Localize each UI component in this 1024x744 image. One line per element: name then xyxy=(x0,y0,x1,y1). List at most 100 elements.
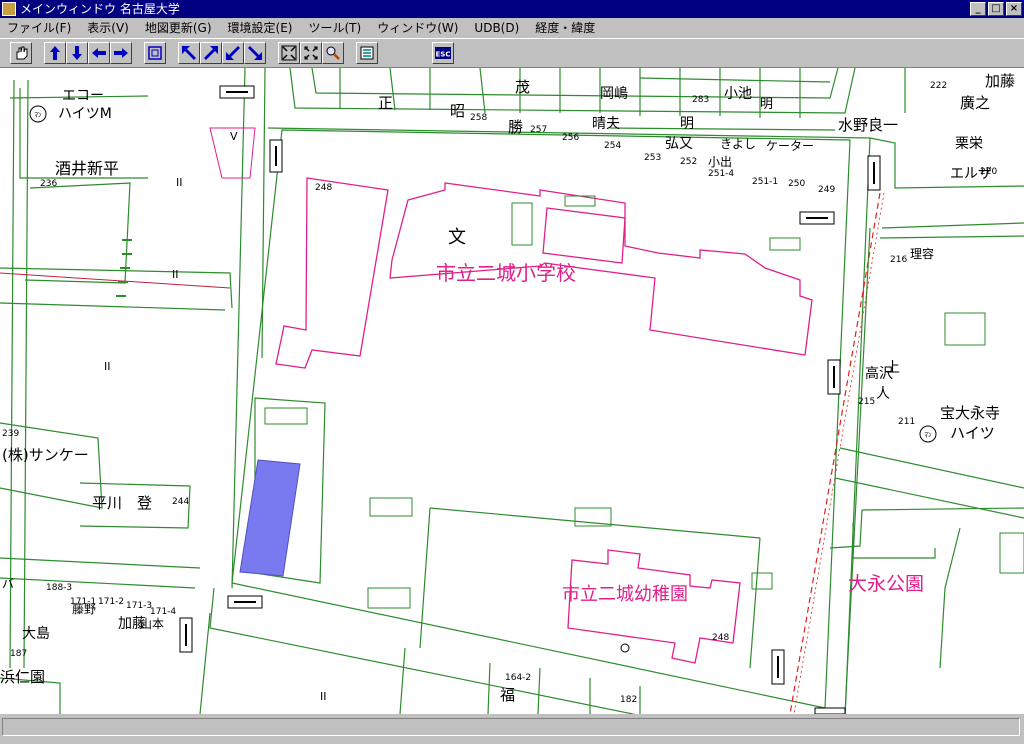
window-title: メインウィンドウ 名古屋大学 xyxy=(20,2,180,16)
hedge-marks xyxy=(116,239,132,297)
mark-ii-2: II xyxy=(172,268,179,281)
zoom-in-button[interactable] xyxy=(278,42,300,64)
menu-udb[interactable]: UDB(D) xyxy=(467,18,528,38)
label-hiromi: 弘又 xyxy=(665,136,693,152)
esc-label: ESC xyxy=(436,51,451,59)
label-masaru: 勝 xyxy=(508,118,523,136)
magnifier-icon xyxy=(326,46,340,60)
lot-171-4: 171-4 xyxy=(150,607,176,617)
scroll-left-button[interactable] xyxy=(88,42,110,64)
label-ogawa: 小出 xyxy=(708,155,732,169)
pan-button[interactable] xyxy=(10,42,32,64)
label-mei: 明 xyxy=(760,97,773,112)
minimize-button[interactable]: _ xyxy=(970,2,986,16)
window-controls: _ □ × xyxy=(970,2,1022,16)
lot-253: 253 xyxy=(644,153,661,163)
toolbar: ESC xyxy=(0,38,1024,68)
park-label[interactable]: 大永公園 xyxy=(848,573,924,595)
scroll-upleft-button[interactable] xyxy=(178,42,200,64)
lot-216: 216 xyxy=(890,255,907,265)
school-symbol: 文 xyxy=(448,227,466,248)
label-yamamoto: 山本 xyxy=(140,617,164,631)
scroll-upright-button[interactable] xyxy=(200,42,222,64)
lot-258: 258 xyxy=(470,113,487,123)
label-tanaka: 正 xyxy=(378,94,393,112)
app-icon[interactable] xyxy=(2,2,16,16)
mark-v: V xyxy=(230,130,238,143)
arrow-downright-icon xyxy=(248,46,262,60)
scroll-up-button[interactable] xyxy=(44,42,66,64)
lot-171-2: 171-2 xyxy=(98,597,124,607)
title-bar: メインウィンドウ 名古屋大学 _ □ × xyxy=(0,0,1024,18)
label-eco-1: エコー xyxy=(62,88,104,104)
menu-tools[interactable]: ツール(T) xyxy=(301,18,370,38)
label-akira: 明 xyxy=(680,116,694,132)
lot-251-4: 251-4 xyxy=(708,169,734,179)
label-keitai: ケーター xyxy=(766,139,814,153)
lot-252: 252 xyxy=(680,157,697,167)
arrow-downleft-icon xyxy=(226,46,240,60)
label-hito: 人 xyxy=(876,386,890,402)
menu-lat-lon[interactable]: 経度・緯度 xyxy=(528,18,604,38)
lot-215: 215 xyxy=(858,397,875,407)
status-pane xyxy=(2,718,1020,736)
escape-button[interactable]: ESC xyxy=(432,42,454,64)
label-hojo-2: ハイツ xyxy=(950,424,995,442)
fit-view-button[interactable] xyxy=(144,42,166,64)
scroll-down-button[interactable] xyxy=(66,42,88,64)
mark-ii-3: II xyxy=(104,360,111,373)
lot-220: 220 xyxy=(980,167,997,177)
menu-view[interactable]: 表示(V) xyxy=(80,18,138,38)
label-hirakawa: 平川 登 xyxy=(92,494,152,512)
label-kato: 加藤 xyxy=(985,72,1015,90)
label-mizuno: 水野良一 xyxy=(838,116,898,134)
label-koike: 小池 xyxy=(724,86,752,102)
school-label[interactable]: 市立二城小学校 xyxy=(436,261,576,285)
scroll-downright-button[interactable] xyxy=(244,42,266,64)
mark-ii-4: II xyxy=(320,690,327,703)
highlighted-parcel[interactable] xyxy=(239,459,301,577)
menu-file[interactable]: ファイル(F) xyxy=(0,18,80,38)
zoom-out-button[interactable] xyxy=(300,42,322,64)
scroll-downleft-button[interactable] xyxy=(222,42,244,64)
menu-window[interactable]: ウィンドウ(W) xyxy=(370,18,467,38)
scroll-right-button[interactable] xyxy=(110,42,132,64)
kindergarten-label[interactable]: 市立二城幼稚園 xyxy=(562,584,688,605)
label-okajima: 岡嶋 xyxy=(600,86,628,102)
lot-171-1: 171-1 xyxy=(70,597,96,607)
label-ue: 上 xyxy=(886,360,900,376)
fit-icon xyxy=(148,46,162,60)
maximize-button[interactable]: □ xyxy=(988,2,1004,16)
mansion-icon-label-2: ﾏﾝ xyxy=(925,431,933,439)
menu-settings[interactable]: 環境設定(E) xyxy=(221,18,302,38)
layers-button[interactable] xyxy=(356,42,378,64)
lot-256: 256 xyxy=(562,133,579,143)
zoom-out-icon xyxy=(304,46,318,60)
hand-icon xyxy=(16,46,28,60)
lot-164-2: 164-2 xyxy=(505,673,531,683)
close-button[interactable]: × xyxy=(1006,2,1022,16)
map-canvas[interactable]: 市立二城小学校 市立二城幼稚園 大永公園 文 エコー ハイツM 酒井新平 (株)… xyxy=(0,68,1024,714)
menu-map-update[interactable]: 地図更新(G) xyxy=(138,18,221,38)
label-eco-2: ハイツM xyxy=(58,106,112,122)
lot-187: 187 xyxy=(10,649,27,659)
zoom-in-icon xyxy=(281,45,297,61)
lot-254: 254 xyxy=(604,141,621,151)
label-kasai: 栗栄 xyxy=(955,136,983,152)
label-kiyoshi: きよし xyxy=(720,137,756,151)
magnify-button[interactable] xyxy=(322,42,344,64)
lot-171-3: 171-3 xyxy=(126,601,152,611)
lot-211: 211 xyxy=(898,417,915,427)
label-fuku: 福 xyxy=(500,686,515,704)
lot-248a: 248 xyxy=(315,183,332,193)
lot-250: 250 xyxy=(788,179,805,189)
label-sakai: 酒井新平 xyxy=(55,159,119,178)
label-hama: 浜仁園 xyxy=(0,668,45,686)
label-baku: バ xyxy=(2,577,14,591)
lot-236: 236 xyxy=(40,179,57,189)
label-sho: 昭 xyxy=(450,102,465,120)
lot-222: 222 xyxy=(930,81,947,91)
map-drawing[interactable]: 市立二城小学校 市立二城幼稚園 大永公園 文 エコー ハイツM 酒井新平 (株)… xyxy=(0,68,1024,714)
layers-icon xyxy=(360,46,374,60)
arrow-up-icon xyxy=(50,46,60,60)
